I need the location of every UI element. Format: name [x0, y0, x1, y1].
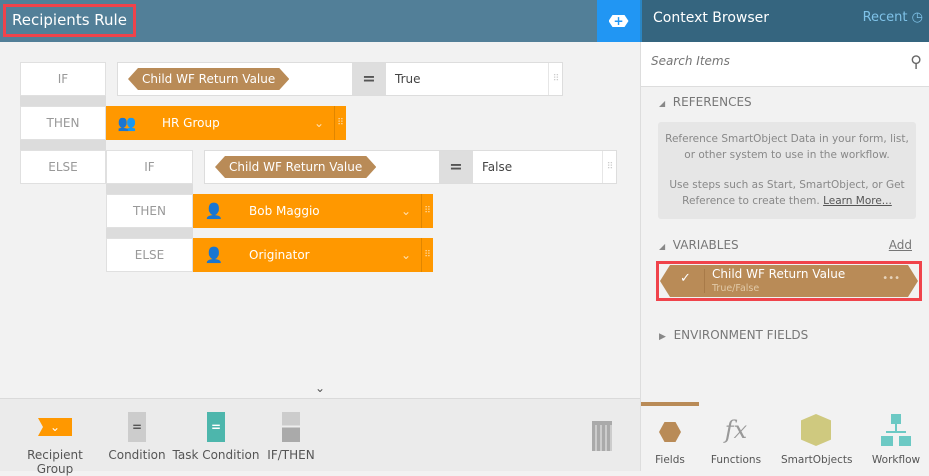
- condition-value[interactable]: False: [473, 151, 602, 183]
- chevron-down-icon[interactable]: ⌄: [304, 116, 334, 130]
- context-tabs: Fields fx Functions SmartObjects Workflow: [640, 400, 929, 471]
- tab-label: SmartObjects: [781, 454, 853, 466]
- user-icon: 👤: [204, 246, 224, 264]
- recipient-label: Originator: [249, 248, 310, 262]
- context-browser-header: Context Browser Recent ◷: [640, 0, 929, 42]
- condition-icon: =: [128, 412, 146, 442]
- page-title: Recipients Rule: [3, 4, 136, 37]
- if-then-icon: [282, 412, 300, 442]
- info-text: Reference SmartObject Data in your form,…: [665, 133, 909, 161]
- drag-handle-icon[interactable]: ⠿: [334, 106, 346, 140]
- tool-label: Task Condition: [172, 448, 260, 462]
- field-token[interactable]: Child WF Return Value: [215, 156, 376, 178]
- clock-icon: ◷: [911, 10, 923, 25]
- section-label: ENVIRONMENT FIELDS: [673, 328, 809, 342]
- then-keyword: THEN: [20, 106, 106, 140]
- rule-canvas: IF Child WF Return Value = True ⠿ THEN 👥…: [0, 42, 640, 379]
- tab-label: Fields: [655, 454, 685, 466]
- fx-icon: fx: [724, 416, 748, 444]
- condition-value[interactable]: True: [386, 63, 548, 95]
- section-label: VARIABLES: [672, 238, 739, 252]
- recipient-label: HR Group: [162, 116, 220, 130]
- variable-name: Child WF Return Value: [712, 267, 846, 281]
- trash-icon[interactable]: [592, 421, 612, 451]
- then-keyword: THEN: [106, 194, 193, 228]
- condition-row[interactable]: Child WF Return Value = False ⠿: [204, 150, 617, 184]
- recipient-originator[interactable]: 👤 Originator ⌄ ⠿: [193, 238, 433, 272]
- drag-handle-icon[interactable]: ⠿: [421, 194, 433, 228]
- references-section[interactable]: ◢ REFERENCES: [659, 95, 752, 109]
- variable-item[interactable]: ✓ Child WF Return Value True/False •••: [656, 261, 922, 301]
- environment-fields-section[interactable]: ▶ ENVIRONMENT FIELDS: [659, 328, 808, 342]
- tab-label: Workflow: [871, 454, 921, 466]
- toolbox: ⌄ Recipient Group = Condition = Task Con…: [0, 399, 640, 476]
- tab-functions[interactable]: fx Functions: [701, 414, 771, 466]
- recipient-bob-maggio[interactable]: 👤 Bob Maggio ⌄ ⠿: [193, 194, 433, 228]
- drag-handle-icon[interactable]: ⠿: [421, 238, 433, 272]
- connector: [20, 96, 106, 106]
- variables-section[interactable]: ◢ VARIABLES: [659, 238, 739, 252]
- recipient-label: Bob Maggio: [249, 204, 320, 218]
- references-info: Reference SmartObject Data in your form,…: [658, 122, 916, 219]
- search-input[interactable]: [651, 54, 891, 68]
- tool-recipient-group[interactable]: ⌄ Recipient Group: [8, 412, 102, 476]
- recipient-group-icon: ⌄: [38, 418, 72, 436]
- tab-label: Functions: [710, 454, 762, 466]
- tool-condition[interactable]: = Condition: [106, 412, 168, 462]
- recent-label: Recent: [862, 10, 908, 25]
- tool-if-then[interactable]: IF/THEN: [264, 412, 318, 462]
- context-browser-title: Context Browser: [653, 10, 770, 26]
- tool-label: Condition: [108, 448, 166, 462]
- drag-handle-icon[interactable]: ⠿: [548, 63, 563, 95]
- recipient-hr-group[interactable]: 👥 HR Group ⌄ ⠿: [106, 106, 346, 140]
- tab-workflow[interactable]: Workflow: [861, 414, 929, 466]
- field-token[interactable]: Child WF Return Value: [128, 68, 289, 90]
- more-icon[interactable]: •••: [882, 273, 900, 284]
- context-browser: ⚲ ◢ REFERENCES Reference SmartObject Dat…: [640, 42, 929, 400]
- drag-handle-icon[interactable]: ⠿: [602, 151, 617, 183]
- add-variable-link[interactable]: Add: [889, 238, 912, 252]
- connector: [106, 228, 193, 238]
- workflow-icon: [881, 414, 911, 446]
- tab-smartobjects[interactable]: SmartObjects: [781, 414, 853, 466]
- if-keyword: IF: [106, 150, 193, 184]
- rule-header: Recipients Rule +: [0, 0, 640, 42]
- plus-hex-icon: +: [608, 15, 629, 27]
- user-icon: 👤: [204, 202, 224, 220]
- fields-icon: [659, 422, 681, 442]
- if-keyword: IF: [20, 62, 106, 96]
- operator-equals[interactable]: =: [439, 151, 473, 183]
- else-keyword: ELSE: [106, 238, 193, 272]
- condition-row[interactable]: Child WF Return Value = True ⠿: [117, 62, 563, 96]
- search-icon[interactable]: ⚲: [910, 52, 922, 71]
- variable-type: True/False: [712, 283, 760, 294]
- connector: [106, 184, 193, 194]
- chevron-down-icon[interactable]: ⌄: [391, 204, 421, 218]
- recent-button[interactable]: Recent ◷: [863, 0, 923, 36]
- chevron-down-icon[interactable]: ⌄: [391, 248, 421, 262]
- smartobjects-icon: [801, 414, 831, 446]
- connector: [20, 140, 106, 150]
- tool-task-condition[interactable]: = Task Condition: [172, 412, 260, 462]
- tool-label: Recipient Group: [27, 448, 83, 476]
- boolean-icon: ✓: [680, 271, 691, 286]
- add-button[interactable]: +: [597, 0, 640, 42]
- tool-label: IF/THEN: [267, 448, 315, 462]
- task-condition-icon: =: [207, 412, 225, 442]
- tab-fields[interactable]: Fields: [635, 414, 705, 466]
- chevron-down-icon[interactable]: ⌄: [315, 381, 325, 395]
- learn-more-link[interactable]: Learn More...: [823, 195, 892, 207]
- search-box[interactable]: ⚲: [641, 42, 929, 87]
- else-keyword: ELSE: [20, 150, 106, 184]
- group-icon: 👥: [117, 114, 137, 132]
- section-label: REFERENCES: [672, 95, 752, 109]
- operator-equals[interactable]: =: [352, 63, 386, 95]
- active-tab-indicator: [641, 402, 699, 406]
- toolbar-collapse[interactable]: ⌄: [0, 379, 640, 399]
